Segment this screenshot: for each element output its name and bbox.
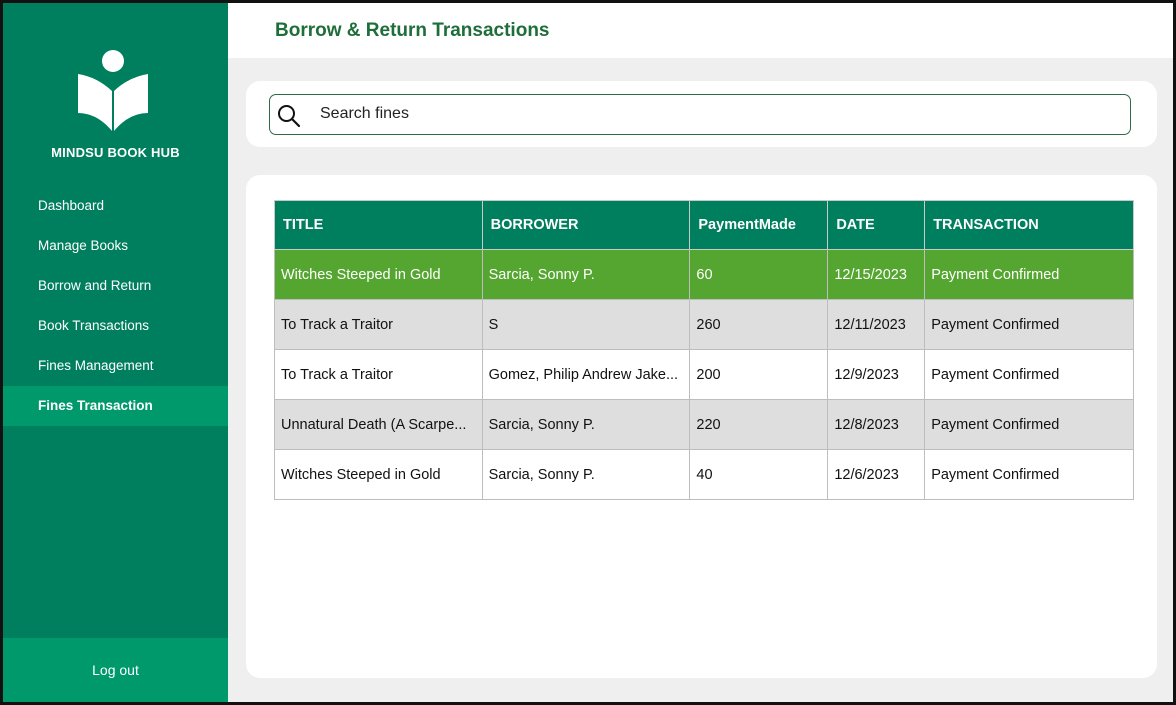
cell-borrower: Sarcia, Sonny P.	[481, 249, 691, 300]
search-icon[interactable]	[277, 104, 301, 128]
table-row[interactable]: Unnatural Death (A Scarpe... Sarcia, Son…	[274, 399, 1134, 450]
sidebar-item-dashboard[interactable]: Dashboard	[3, 186, 228, 226]
column-header-transaction[interactable]: TRANSACTION	[924, 200, 1134, 250]
cell-title: To Track a Traitor	[274, 349, 483, 400]
sidebar-nav: Dashboard Manage Books Borrow and Return…	[3, 186, 228, 426]
sidebar-item-fines-transaction[interactable]: Fines Transaction	[3, 386, 228, 426]
cell-transaction: Payment Confirmed	[924, 399, 1134, 450]
cell-payment-made: 220	[689, 399, 829, 450]
fines-table: TITLE BORROWER PaymentMade DATE TRANSACT…	[274, 200, 1134, 500]
cell-transaction: Payment Confirmed	[924, 299, 1134, 350]
reading-book-icon	[78, 50, 148, 131]
column-header-title[interactable]: TITLE	[274, 200, 483, 250]
sidebar-item-manage-books[interactable]: Manage Books	[3, 226, 228, 266]
sidebar: MINDSU BOOK HUB Dashboard Manage Books B…	[3, 3, 228, 702]
cell-transaction: Payment Confirmed	[924, 249, 1134, 300]
page-header: Borrow & Return Transactions	[228, 3, 1173, 58]
search-input[interactable]	[320, 99, 1100, 129]
cell-title: Witches Steeped in Gold	[274, 249, 483, 300]
cell-title: Unnatural Death (A Scarpe...	[274, 399, 483, 450]
table-header-row: TITLE BORROWER PaymentMade DATE TRANSACT…	[274, 200, 1134, 250]
table-row[interactable]: Witches Steeped in Gold Sarcia, Sonny P.…	[274, 449, 1134, 500]
table-card: TITLE BORROWER PaymentMade DATE TRANSACT…	[246, 175, 1157, 678]
cell-borrower: Sarcia, Sonny P.	[481, 399, 691, 450]
cell-title: Witches Steeped in Gold	[274, 449, 483, 500]
cell-date: 12/8/2023	[827, 399, 926, 450]
cell-payment-made: 40	[689, 449, 829, 500]
cell-transaction: Payment Confirmed	[924, 449, 1134, 500]
cell-date: 12/11/2023	[827, 299, 926, 350]
cell-date: 12/15/2023	[827, 249, 926, 300]
column-header-payment-made[interactable]: PaymentMade	[689, 200, 829, 250]
page-title: Borrow & Return Transactions	[275, 20, 550, 41]
cell-borrower: S	[481, 299, 691, 350]
cell-borrower: Gomez, Philip Andrew Jake...	[481, 349, 691, 400]
cell-title: To Track a Traitor	[274, 299, 483, 350]
search-card	[246, 81, 1157, 147]
column-header-date[interactable]: DATE	[827, 200, 926, 250]
sidebar-item-book-transactions[interactable]: Book Transactions	[3, 306, 228, 346]
cell-date: 12/9/2023	[827, 349, 926, 400]
cell-payment-made: 200	[689, 349, 829, 400]
app-window: MINDSU BOOK HUB Dashboard Manage Books B…	[0, 0, 1176, 705]
cell-borrower: Sarcia, Sonny P.	[481, 449, 691, 500]
sidebar-item-borrow-and-return[interactable]: Borrow and Return	[3, 266, 228, 306]
table-row[interactable]: Witches Steeped in Gold Sarcia, Sonny P.…	[274, 249, 1134, 300]
cell-payment-made: 60	[689, 249, 829, 300]
logout-button[interactable]: Log out	[3, 638, 228, 702]
sidebar-item-fines-management[interactable]: Fines Management	[3, 346, 228, 386]
column-header-borrower[interactable]: BORROWER	[481, 200, 691, 250]
cell-transaction: Payment Confirmed	[924, 349, 1134, 400]
table-row[interactable]: To Track a Traitor S 260 12/11/2023 Paym…	[274, 299, 1134, 350]
cell-payment-made: 260	[689, 299, 829, 350]
table-row[interactable]: To Track a Traitor Gomez, Philip Andrew …	[274, 349, 1134, 400]
brand-name: MINDSU BOOK HUB	[51, 145, 180, 160]
cell-date: 12/6/2023	[827, 449, 926, 500]
search-box[interactable]	[269, 94, 1131, 135]
